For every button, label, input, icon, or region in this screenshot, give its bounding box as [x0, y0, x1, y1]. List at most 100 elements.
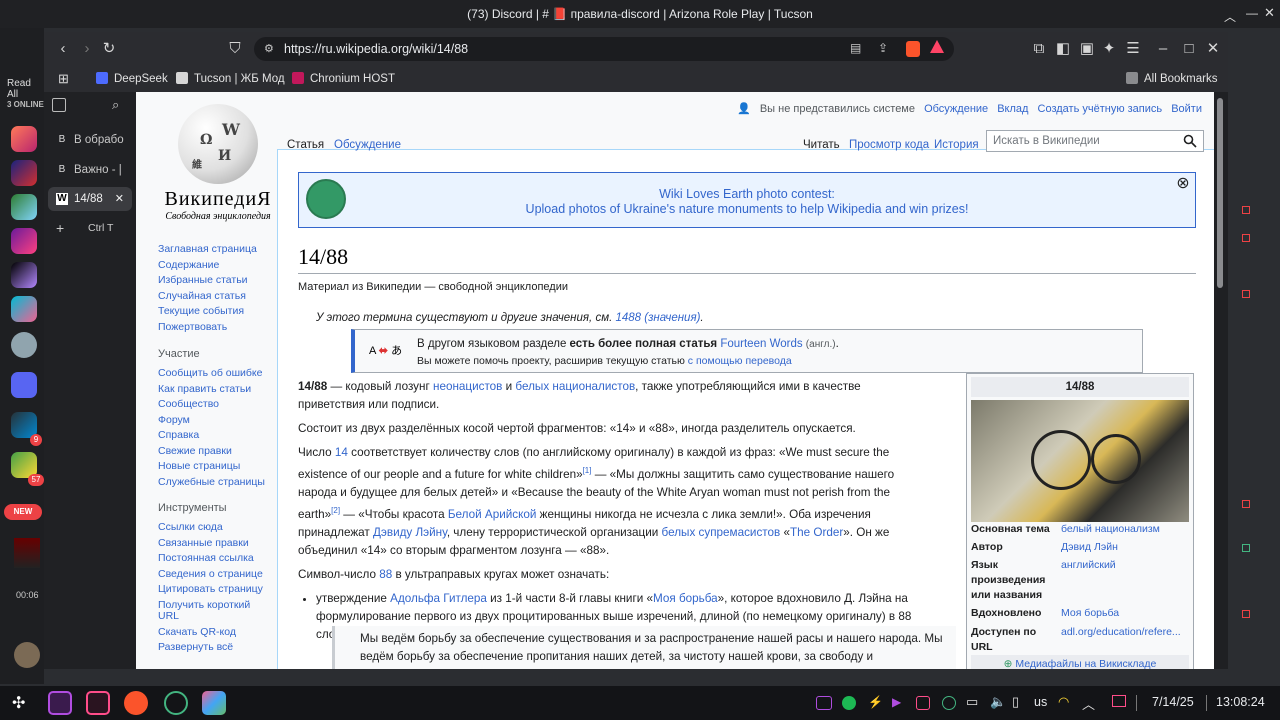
sidebar-item-links-here[interactable]: Ссылки сюда	[158, 520, 268, 536]
link-hitler[interactable]: Адольфа Гитлера	[390, 592, 487, 605]
search-input[interactable]: Искать в Википедии	[986, 130, 1204, 152]
shield-icon[interactable]	[11, 332, 37, 358]
server-icon[interactable]	[11, 262, 37, 288]
sidebar-item-community[interactable]: Сообщество	[158, 397, 268, 413]
hatnote-link[interactable]: 1488 (значения)	[615, 312, 700, 324]
site-settings-icon[interactable]: ⚙	[264, 42, 276, 55]
close-icon[interactable]: ✕	[1264, 5, 1275, 21]
user-link-create-account[interactable]: Создать учётную запись	[1038, 103, 1163, 115]
chevron-up-icon[interactable]: ︿	[1082, 694, 1095, 713]
link-mein-kampf[interactable]: Моя борьба	[653, 592, 718, 605]
infobox-link[interactable]: белый национализм	[1061, 522, 1189, 537]
maximize-icon[interactable]: □	[1180, 40, 1198, 58]
link-white-nationalists[interactable]: белых националистов	[515, 380, 635, 393]
sidebar-icon[interactable]: ◧	[1054, 40, 1072, 58]
server-icon[interactable]	[11, 194, 37, 220]
sidebar-item-short-url[interactable]: Получить короткий URL	[158, 599, 268, 622]
link-david-lane[interactable]: Дэвиду Лэйну	[373, 526, 447, 539]
tray-icon[interactable]	[942, 696, 956, 710]
tab-item[interactable]: BВ обрабо	[48, 128, 132, 152]
bookmark-icon[interactable]: ⛉	[226, 40, 244, 58]
sidebar-item-cite[interactable]: Цитировать страницу	[158, 582, 268, 598]
tab-item[interactable]: B Важно - |	[48, 158, 132, 182]
share-icon[interactable]: ⇪	[878, 41, 892, 55]
sidebar-item-new-pages[interactable]: Новые страницы	[158, 459, 268, 475]
keyboard-layout[interactable]: us	[1034, 695, 1047, 709]
link-14[interactable]: 14	[335, 446, 348, 459]
sidebar-item-permalink[interactable]: Постоянная ссылка	[158, 551, 268, 567]
clipboard-icon[interactable]: ▭	[966, 694, 978, 710]
link-supremacists[interactable]: белых супремасистов	[662, 526, 781, 539]
clock-date[interactable]: 7/14/25	[1152, 695, 1194, 709]
all-bookmarks[interactable]: All Bookmarks	[1126, 72, 1218, 85]
infobox-link[interactable]: Дэвид Лэйн	[1061, 540, 1189, 555]
sidebar-item-qr[interactable]: Скачать QR-код	[158, 625, 268, 641]
wallet-icon[interactable]: ▣	[1078, 40, 1096, 58]
bookmark-deepseek[interactable]: DeepSeek	[96, 72, 168, 85]
server-icon[interactable]	[11, 228, 37, 254]
user-link-contrib[interactable]: Вклад	[997, 103, 1028, 115]
server-icon[interactable]	[11, 126, 37, 152]
scroll-thumb[interactable]	[1217, 98, 1223, 288]
user-link-login[interactable]: Войти	[1171, 103, 1202, 115]
tray-icon[interactable]: ⚡	[868, 695, 883, 709]
tab-talk[interactable]: Обсуждение	[330, 138, 405, 158]
battery-icon[interactable]: ▯	[1012, 694, 1019, 710]
tab-view-source[interactable]: Просмотр кода	[845, 138, 933, 158]
menu-icon[interactable]: ☰	[1124, 40, 1142, 58]
link-the-order[interactable]: The Order	[790, 526, 843, 539]
sidebar-item-donate[interactable]: Пожертвовать	[158, 320, 268, 336]
sidebar-item-expand[interactable]: Развернуть всё	[158, 640, 268, 656]
wikipedia-logo[interactable]: Ω W И 維 ВикипедиЯ Свободная энциклопедия	[156, 104, 280, 222]
brave-rewards-icon[interactable]	[930, 40, 944, 53]
file-manager-icon[interactable]	[48, 691, 72, 715]
link-neonazis[interactable]: неонацистов	[433, 380, 502, 393]
infobox-link[interactable]: adl.org/education/refere...	[1061, 625, 1189, 640]
close-icon[interactable]: ✕	[1204, 40, 1222, 58]
sidebar-item-contents[interactable]: Содержание	[158, 258, 268, 274]
reader-icon[interactable]: ▤	[850, 41, 864, 55]
scrollbar[interactable]	[1214, 92, 1228, 669]
infobox-link[interactable]: Моя борьба	[1061, 606, 1189, 621]
sidebar-item-help[interactable]: Справка	[158, 428, 268, 444]
brave-icon[interactable]	[124, 691, 148, 715]
sidebar-item-featured[interactable]: Избранные статьи	[158, 273, 268, 289]
tab-read[interactable]: Читать	[799, 138, 844, 158]
new-tab-icon[interactable]: +	[56, 220, 64, 236]
tray-icon[interactable]: ▶	[892, 695, 901, 709]
close-tab-icon[interactable]: ✕	[115, 187, 124, 211]
banner-line2[interactable]: Upload photos of Ukraine's nature monume…	[299, 202, 1195, 217]
sidebar-item-report[interactable]: Сообщить об ошибке	[158, 366, 268, 382]
read-all-label[interactable]: Read All	[7, 78, 44, 100]
minimize-icon[interactable]: —	[1246, 6, 1258, 20]
brave-shields-icon[interactable]	[906, 41, 920, 57]
tab-article[interactable]: Статья	[283, 138, 328, 158]
folder-icon[interactable]	[11, 372, 37, 398]
avatar[interactable]	[14, 642, 40, 668]
apps-grid-icon[interactable]: ⊞	[58, 71, 69, 87]
app-launcher-icon[interactable]: ✣	[12, 693, 25, 713]
tab-history[interactable]: История	[930, 138, 983, 158]
forward-icon[interactable]: ›	[78, 40, 96, 58]
sidebar-toggle-icon[interactable]	[52, 98, 66, 112]
tab-item-active[interactable]: W 14/88 ✕	[48, 187, 132, 211]
chevron-up-icon[interactable]: ︿	[1224, 8, 1236, 25]
search-icon[interactable]: ⌕	[112, 97, 119, 113]
discord-app-icon[interactable]	[202, 691, 226, 715]
infobox-image[interactable]	[971, 400, 1189, 522]
sidebar-item-forum[interactable]: Форум	[158, 413, 268, 429]
sidebar-item-recent[interactable]: Свежие правки	[158, 444, 268, 460]
tray-icon[interactable]	[816, 696, 832, 710]
url-text[interactable]: https://ru.wikipedia.org/wiki/14/88	[284, 42, 468, 56]
spotify-icon[interactable]	[842, 696, 856, 710]
ref-2[interactable]: [2]	[331, 506, 340, 515]
leo-ai-icon[interactable]: ✦	[1100, 40, 1118, 58]
fourteen-words-link[interactable]: Fourteen Words	[720, 338, 802, 350]
download-icon[interactable]	[164, 691, 188, 715]
sidebar-item-howto[interactable]: Как править статьи	[158, 382, 268, 398]
tray-icon[interactable]	[916, 696, 930, 710]
sidebar-item-random[interactable]: Случайная статья	[158, 289, 268, 305]
minimize-icon[interactable]: –	[1154, 40, 1172, 58]
user-link-talk[interactable]: Обсуждение	[924, 103, 988, 115]
commons-link[interactable]: ⊕ Медиафайлы на Викискладе	[971, 655, 1189, 669]
